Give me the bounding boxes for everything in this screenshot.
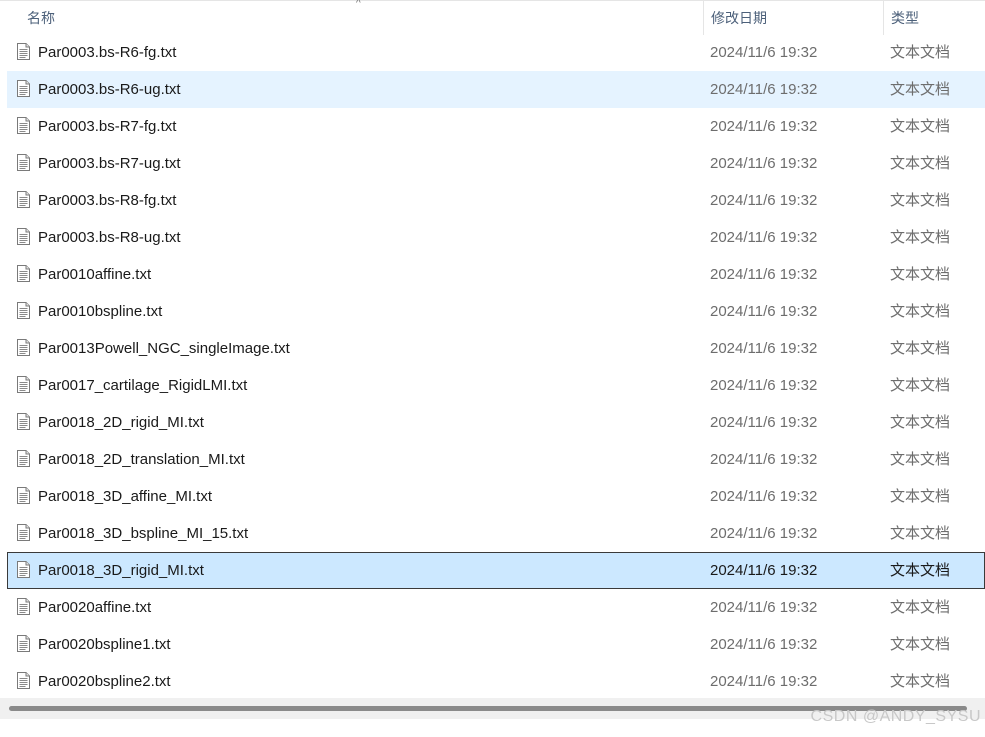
file-type: 文本文档 bbox=[890, 451, 951, 468]
file-name: Par0018_3D_bspline_MI_15.txt bbox=[38, 525, 249, 542]
file-type: 文本文档 bbox=[890, 562, 951, 579]
file-row[interactable]: Par0010affine.txt 2024/11/6 19:32 文本文档 bbox=[7, 256, 985, 293]
column-header-name[interactable]: 名称 bbox=[0, 1, 703, 35]
text-file-icon bbox=[17, 339, 30, 356]
file-name: Par0018_3D_affine_MI.txt bbox=[38, 488, 213, 505]
file-row[interactable]: Par0020affine.txt 2024/11/6 19:32 文本文档 bbox=[7, 589, 985, 626]
file-name: Par0003.bs-R6-ug.txt bbox=[38, 81, 181, 98]
file-type: 文本文档 bbox=[890, 44, 951, 61]
file-explorer: ^ 名称 修改日期 类型 Par0003.bs-R6-fg.txt 2024/11… bbox=[0, 0, 985, 737]
file-name: Par0003.bs-R6-fg.txt bbox=[38, 44, 177, 61]
text-file-icon bbox=[17, 635, 30, 652]
file-type: 文本文档 bbox=[890, 81, 951, 98]
file-name: Par0013Powell_NGC_singleImage.txt bbox=[38, 340, 290, 357]
file-row[interactable]: Par0018_2D_rigid_MI.txt 2024/11/6 19:32 文本… bbox=[7, 404, 985, 441]
file-name: Par0003.bs-R7-fg.txt bbox=[38, 118, 177, 135]
text-file-icon bbox=[17, 302, 30, 319]
file-name: Par0017_cartilage_RigidLMI.txt bbox=[38, 377, 248, 394]
file-name: Par0003.bs-R7-ug.txt bbox=[38, 155, 181, 172]
text-file-icon bbox=[17, 672, 30, 689]
file-type: 文本文档 bbox=[890, 303, 951, 320]
file-name: Par0003.bs-R8-fg.txt bbox=[38, 192, 177, 209]
file-row[interactable]: Par0020bspline1.txt 2024/11/6 19:32 文本文档 bbox=[7, 626, 985, 663]
file-name: Par0018_2D_translation_MI.txt bbox=[38, 451, 245, 468]
file-name: Par0018_2D_rigid_MI.txt bbox=[38, 414, 204, 431]
text-file-icon bbox=[17, 228, 30, 245]
text-file-icon bbox=[17, 561, 30, 578]
file-type: 文本文档 bbox=[890, 673, 951, 690]
text-file-icon bbox=[17, 450, 30, 467]
file-modified-date: 2024/11/6 19:32 bbox=[710, 155, 818, 172]
file-type: 文本文档 bbox=[890, 340, 951, 357]
file-modified-date: 2024/11/6 19:32 bbox=[710, 44, 818, 61]
file-type: 文本文档 bbox=[890, 599, 951, 616]
file-modified-date: 2024/11/6 19:32 bbox=[710, 414, 818, 431]
file-modified-date: 2024/11/6 19:32 bbox=[710, 636, 818, 653]
file-type: 文本文档 bbox=[890, 525, 951, 542]
file-row[interactable]: Par0003.bs-R6-fg.txt 2024/11/6 19:32 文本文档 bbox=[7, 34, 985, 71]
file-type: 文本文档 bbox=[890, 118, 951, 135]
text-file-icon bbox=[17, 265, 30, 282]
watermark: CSDN @ANDY_SYSU bbox=[810, 708, 981, 725]
file-row[interactable]: Par0017_cartilage_RigidLMI.txt 2024/11/6 … bbox=[7, 367, 985, 404]
file-type: 文本文档 bbox=[890, 229, 951, 246]
text-file-icon bbox=[17, 154, 30, 171]
file-modified-date: 2024/11/6 19:32 bbox=[710, 673, 818, 690]
file-modified-date: 2024/11/6 19:32 bbox=[710, 488, 818, 505]
file-modified-date: 2024/11/6 19:32 bbox=[710, 377, 818, 394]
file-name: Par0020bspline2.txt bbox=[38, 673, 171, 690]
file-modified-date: 2024/11/6 19:32 bbox=[710, 266, 818, 283]
file-row[interactable]: Par0003.bs-R8-fg.txt 2024/11/6 19:32 文本文档 bbox=[7, 182, 985, 219]
file-modified-date: 2024/11/6 19:32 bbox=[710, 599, 818, 616]
file-row[interactable]: Par0018_3D_rigid_MI.txt 2024/11/6 19:32 文本… bbox=[7, 552, 985, 589]
text-file-icon bbox=[17, 598, 30, 615]
file-modified-date: 2024/11/6 19:32 bbox=[710, 303, 818, 320]
file-type: 文本文档 bbox=[890, 155, 951, 172]
file-row[interactable]: Par0010bspline.txt 2024/11/6 19:32 文本文档 bbox=[7, 293, 985, 330]
file-row[interactable]: Par0003.bs-R7-ug.txt 2024/11/6 19:32 文本文档 bbox=[7, 145, 985, 182]
file-row[interactable]: Par0013Powell_NGC_singleImage.txt 2024/11… bbox=[7, 330, 985, 367]
text-file-icon bbox=[17, 487, 30, 504]
file-type: 文本文档 bbox=[890, 636, 951, 653]
column-header-type[interactable]: 类型 bbox=[883, 1, 985, 35]
file-type: 文本文档 bbox=[890, 414, 951, 431]
file-type: 文本文档 bbox=[890, 377, 951, 394]
file-type: 文本文档 bbox=[890, 266, 951, 283]
file-row[interactable]: Par0018_2D_translation_MI.txt 2024/11/6 1… bbox=[7, 441, 985, 478]
file-row[interactable]: Par0020bspline2.txt 2024/11/6 19:32 文本文档 bbox=[7, 663, 985, 700]
file-modified-date: 2024/11/6 19:32 bbox=[710, 192, 818, 209]
file-row[interactable]: Par0018_3D_bspline_MI_15.txt 2024/11/6 19… bbox=[7, 515, 985, 552]
text-file-icon bbox=[17, 191, 30, 208]
column-header-bar: ^ 名称 修改日期 类型 bbox=[0, 0, 985, 35]
file-modified-date: 2024/11/6 19:32 bbox=[710, 562, 818, 579]
file-modified-date: 2024/11/6 19:32 bbox=[710, 229, 818, 246]
text-file-icon bbox=[17, 524, 30, 541]
file-type: 文本文档 bbox=[890, 488, 951, 505]
file-row[interactable]: Par0018_3D_affine_MI.txt 2024/11/6 19:32 文… bbox=[7, 478, 985, 515]
file-name: Par0018_3D_rigid_MI.txt bbox=[38, 562, 204, 579]
text-file-icon bbox=[17, 80, 30, 97]
file-modified-date: 2024/11/6 19:32 bbox=[710, 118, 818, 135]
file-name: Par0010affine.txt bbox=[38, 266, 152, 283]
file-type: 文本文档 bbox=[890, 192, 951, 209]
file-name: Par0020affine.txt bbox=[38, 599, 152, 616]
file-name: Par0010bspline.txt bbox=[38, 303, 163, 320]
text-file-icon bbox=[17, 117, 30, 134]
file-name: Par0003.bs-R8-ug.txt bbox=[38, 229, 181, 246]
text-file-icon bbox=[17, 43, 30, 60]
text-file-icon bbox=[17, 376, 30, 393]
file-modified-date: 2024/11/6 19:32 bbox=[710, 525, 818, 542]
file-list: Par0003.bs-R6-fg.txt 2024/11/6 19:32 文本文档 P… bbox=[0, 34, 985, 700]
file-row[interactable]: Par0003.bs-R8-ug.txt 2024/11/6 19:32 文本文档 bbox=[7, 219, 985, 256]
column-header-modified[interactable]: 修改日期 bbox=[703, 1, 883, 35]
file-row[interactable]: Par0003.bs-R6-ug.txt 2024/11/6 19:32 文本文档 bbox=[7, 71, 985, 108]
file-row[interactable]: Par0003.bs-R7-fg.txt 2024/11/6 19:32 文本文档 bbox=[7, 108, 985, 145]
file-modified-date: 2024/11/6 19:32 bbox=[710, 81, 818, 98]
text-file-icon bbox=[17, 413, 30, 430]
file-modified-date: 2024/11/6 19:32 bbox=[710, 340, 818, 357]
file-name: Par0020bspline1.txt bbox=[38, 636, 171, 653]
file-modified-date: 2024/11/6 19:32 bbox=[710, 451, 818, 468]
